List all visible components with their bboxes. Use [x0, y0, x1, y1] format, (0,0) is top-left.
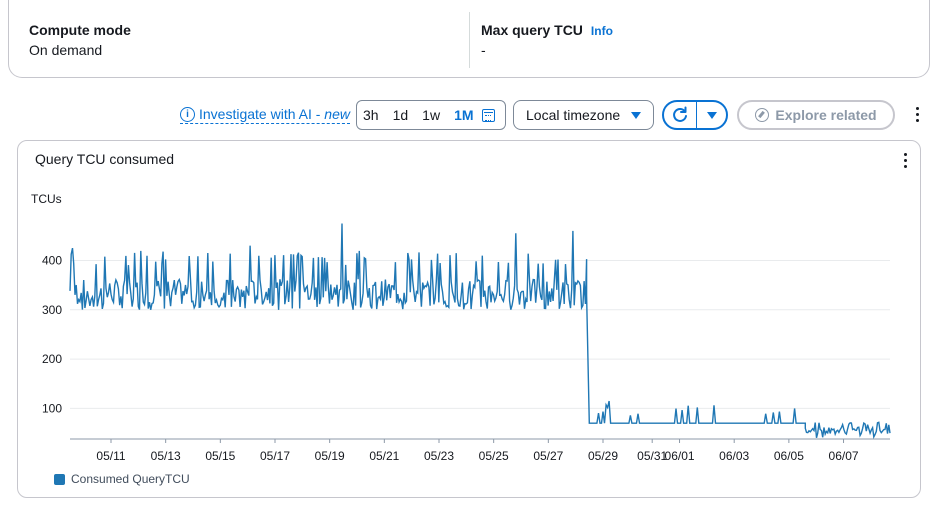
range-1w[interactable]: 1w — [422, 107, 440, 123]
x-tick-label: 05/21 — [369, 449, 399, 461]
y-tick-label: 400 — [42, 253, 62, 267]
max-query-tcu-value: - — [481, 42, 486, 58]
max-query-tcu-label-text: Max query TCU — [481, 22, 583, 38]
timezone-select[interactable]: Local timezone — [513, 100, 654, 130]
investigate-with-ai-link[interactable]: i Investigate with AI - new — [180, 106, 350, 124]
caret-down-icon — [706, 111, 717, 119]
range-3h[interactable]: 3h — [363, 107, 379, 123]
more-actions-icon[interactable] — [915, 107, 919, 122]
x-tick-label: 05/25 — [479, 449, 509, 461]
summary-card: Compute mode On demand Max query TCU Info… — [8, 0, 930, 78]
calendar-icon[interactable] — [481, 108, 495, 122]
x-tick-label: 06/05 — [774, 449, 804, 461]
compute-mode-value: On demand — [29, 42, 103, 58]
legend-label: Consumed QueryTCU — [71, 472, 190, 486]
compute-mode-field: Compute mode On demand — [29, 22, 131, 58]
x-tick-label: 05/29 — [588, 449, 618, 461]
x-tick-label: 06/03 — [719, 449, 749, 461]
legend-swatch — [54, 473, 65, 485]
x-tick-label: 05/17 — [260, 449, 290, 461]
timezone-value: Local timezone — [526, 107, 621, 123]
info-icon: i — [180, 106, 195, 122]
x-ticks: 05/11 05/13 05/15 05/17 05/19 05/21 05/23 05/25… — [96, 439, 859, 461]
y-tick-label: 300 — [42, 303, 62, 317]
range-1d[interactable]: 1d — [393, 107, 409, 123]
x-tick-label: 05/11 — [96, 449, 125, 461]
x-tick-label: 06/01 — [665, 449, 695, 461]
line-chart[interactable]: 100200300400 05/11 05/13 05/15 05/17 05/19 05… — [18, 141, 922, 461]
y-tick-label: 100 — [42, 401, 62, 415]
refresh-icon — [673, 106, 687, 122]
x-tick-label: 05/31 — [637, 449, 667, 461]
explore-related-button[interactable]: Explore related — [737, 100, 895, 130]
refresh-interval-dropdown[interactable] — [697, 111, 726, 119]
x-tick-label: 05/13 — [151, 449, 181, 461]
y-tick-label: 200 — [42, 352, 62, 366]
x-tick-label: 05/23 — [424, 449, 454, 461]
chart-legend[interactable]: Consumed QueryTCU — [54, 472, 190, 486]
y-ticks: 100 200 300 400 — [42, 253, 62, 415]
max-query-tcu-field: Max query TCU Info - — [481, 22, 613, 58]
time-range-selector: 3h 1d 1w 1M — [356, 100, 506, 130]
compass-icon — [755, 108, 770, 122]
refresh-button[interactable] — [664, 102, 697, 128]
summary-divider — [469, 12, 470, 68]
investigate-label: Investigate with AI - new — [199, 106, 350, 122]
query-tcu-chart-card: Query TCU consumed TCUs 100 200 300 400 05/… — [17, 140, 921, 498]
x-tick-label: 05/27 — [533, 449, 563, 461]
series-line-consumed-querytcu — [69, 223, 891, 440]
explore-related-label: Explore related — [775, 107, 877, 123]
chart-toolbar: i Investigate with AI - new 3h 1d 1w 1M … — [0, 99, 936, 131]
x-tick-label: 05/19 — [315, 449, 345, 461]
compute-mode-label: Compute mode — [29, 22, 131, 38]
max-query-tcu-label: Max query TCU Info — [481, 22, 613, 38]
x-tick-label: 05/15 — [205, 449, 235, 461]
range-1m[interactable]: 1M — [454, 107, 473, 123]
refresh-button-group — [662, 100, 728, 130]
x-tick-label: 06/07 — [829, 449, 859, 461]
caret-down-icon — [631, 111, 641, 119]
info-link[interactable]: Info — [591, 24, 613, 38]
new-badge: new — [324, 106, 350, 122]
